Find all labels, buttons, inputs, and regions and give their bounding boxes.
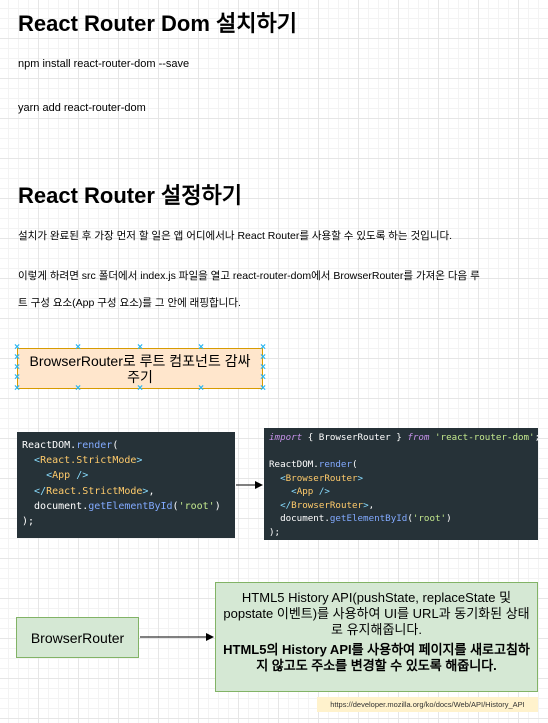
browserrouter-node[interactable]: BrowserRouter	[16, 617, 139, 658]
history-api-description: HTML5 History API(pushState, replaceStat…	[223, 590, 530, 637]
source-url-note[interactable]: https://developer.mozilla.org/ko/docs/We…	[317, 697, 538, 712]
history-api-summary: HTML5의 History API를 사용하여 페이지를 새로고침하지 않고도…	[223, 642, 530, 673]
history-api-info-node[interactable]: HTML5 History API(pushState, replaceStat…	[215, 582, 538, 692]
